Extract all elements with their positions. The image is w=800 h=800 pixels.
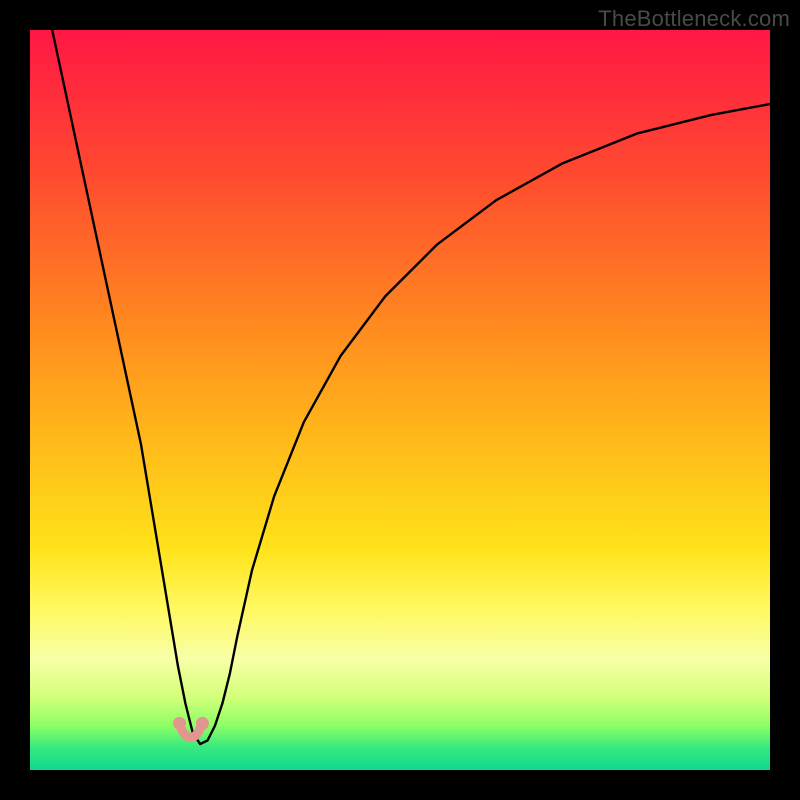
chart-svg <box>30 30 770 770</box>
watermark-text: TheBottleneck.com <box>598 6 790 32</box>
gradient-background <box>30 30 770 770</box>
plot-area <box>30 30 770 770</box>
chart-frame: TheBottleneck.com <box>0 0 800 800</box>
marker-dot <box>196 717 209 730</box>
marker-dot <box>173 717 186 730</box>
